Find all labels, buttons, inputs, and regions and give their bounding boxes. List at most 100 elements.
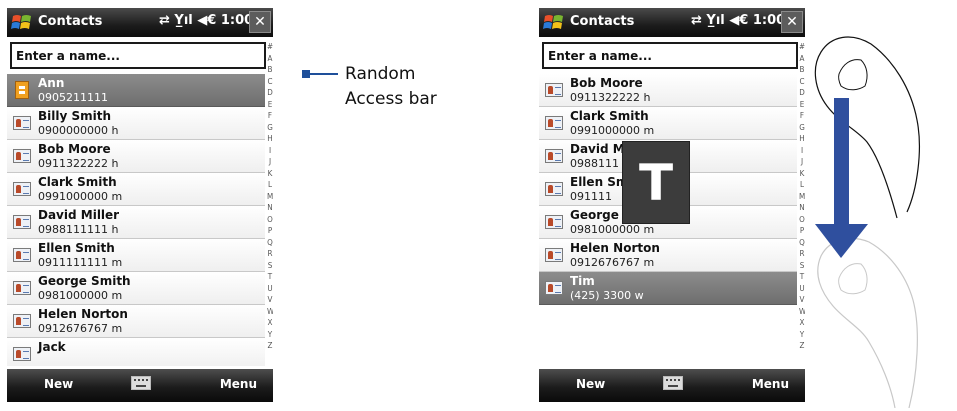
contact-list: Ann 0905211111 Billy Smith 0900000000 h … bbox=[7, 74, 265, 366]
right-phone-screen: Contacts ⇄ Y̲ıl ◀€ 1:00 ✕ Enter a name..… bbox=[539, 8, 805, 402]
windows-start-icon[interactable] bbox=[543, 12, 565, 34]
close-button[interactable]: ✕ bbox=[249, 11, 271, 33]
alphabet-letter[interactable]: T bbox=[267, 271, 273, 283]
menu-softkey[interactable]: Menu bbox=[220, 377, 257, 391]
sim-contact-icon bbox=[15, 81, 29, 99]
title-bar: Contacts ⇄ Y̲ıl ◀€ 1:00 ✕ bbox=[539, 8, 805, 37]
app-title: Contacts bbox=[38, 14, 103, 29]
alphabet-letter[interactable]: E bbox=[267, 99, 273, 111]
contact-card-icon bbox=[13, 314, 31, 328]
contact-row[interactable]: Clark Smith 0991000000 m bbox=[539, 107, 797, 140]
contact-card-icon bbox=[13, 248, 31, 262]
contact-row[interactable]: Tim (425) 3300 w bbox=[539, 272, 797, 305]
contact-card-icon bbox=[13, 281, 31, 295]
callout-line-1: Random bbox=[345, 64, 416, 84]
finger-bottom-outline bbox=[817, 237, 918, 408]
contact-name: Tim bbox=[570, 274, 595, 288]
alphabet-letter[interactable]: P bbox=[267, 225, 273, 237]
new-softkey[interactable]: New bbox=[44, 377, 73, 391]
contact-card-icon bbox=[545, 182, 563, 196]
alphabet-letter[interactable]: G bbox=[267, 122, 273, 134]
close-button[interactable]: ✕ bbox=[781, 11, 803, 33]
contact-phone: 0911322222 h bbox=[38, 157, 119, 170]
contact-name: Ellen Smith bbox=[38, 241, 115, 255]
alphabet-letter[interactable]: H bbox=[267, 133, 273, 145]
finger-top-nail bbox=[838, 59, 868, 91]
status-icons[interactable]: ⇄ Y̲ıl ◀€ 1:00 bbox=[691, 13, 785, 28]
windows-start-icon[interactable] bbox=[11, 12, 33, 34]
contact-card-icon bbox=[13, 116, 31, 130]
alphabet-letter[interactable]: M bbox=[267, 191, 273, 203]
jump-letter-popup: T bbox=[622, 141, 690, 224]
menu-bar: New Menu bbox=[7, 369, 273, 402]
keyboard-icon[interactable] bbox=[131, 376, 151, 390]
alphabet-letter[interactable]: X bbox=[267, 317, 273, 329]
contact-name: Helen Norton bbox=[38, 307, 128, 321]
alphabet-letter[interactable]: D bbox=[267, 87, 273, 99]
alphabet-letter[interactable]: Q bbox=[267, 237, 273, 249]
contact-row[interactable]: Bob Moore 0911322222 h bbox=[539, 74, 797, 107]
alphabet-letter[interactable]: S bbox=[267, 260, 273, 272]
alphabet-letter[interactable]: O bbox=[267, 214, 273, 226]
alphabet-letter[interactable]: U bbox=[267, 283, 273, 295]
contact-row[interactable]: Billy Smith 0900000000 h bbox=[7, 107, 265, 140]
search-input[interactable]: Enter a name... bbox=[10, 42, 266, 69]
contact-row[interactable]: Ann 0905211111 bbox=[7, 74, 265, 107]
alphabet-letter[interactable]: W bbox=[267, 306, 273, 318]
alphabet-letter[interactable]: I bbox=[267, 145, 273, 157]
contact-card-icon bbox=[545, 116, 563, 130]
contact-phone: (425) 3300 w bbox=[570, 289, 644, 302]
callout-label: Random Access bar bbox=[345, 62, 465, 112]
finger-top-outline bbox=[814, 36, 920, 219]
contact-row[interactable]: George Smith 0981000000 m bbox=[7, 272, 265, 305]
alphabet-letter[interactable]: N bbox=[267, 202, 273, 214]
contact-card-icon bbox=[13, 215, 31, 229]
contact-row[interactable]: Bob Moore 0911322222 h bbox=[7, 140, 265, 173]
menu-softkey[interactable]: Menu bbox=[752, 377, 789, 391]
alphabet-letter[interactable]: # bbox=[267, 41, 273, 53]
finger-bottom-nail bbox=[838, 263, 868, 295]
alphabet-letter[interactable]: V bbox=[267, 294, 273, 306]
contact-phone: 0905211111 bbox=[38, 91, 108, 104]
contact-row[interactable]: Jack bbox=[7, 338, 265, 366]
alphabet-letter[interactable]: Y bbox=[267, 329, 273, 341]
alphabet-letter[interactable]: C bbox=[267, 76, 273, 88]
contact-row[interactable]: Helen Norton 0912676767 m bbox=[539, 239, 797, 272]
contact-row[interactable]: Helen Norton 0912676767 m bbox=[7, 305, 265, 338]
swipe-gesture-illustration bbox=[814, 36, 920, 408]
contact-card-icon bbox=[13, 347, 31, 361]
new-softkey[interactable]: New bbox=[576, 377, 605, 391]
contact-name: Clark Smith bbox=[570, 109, 649, 123]
alphabet-letter[interactable]: K bbox=[267, 168, 273, 180]
search-input[interactable]: Enter a name... bbox=[542, 42, 798, 69]
contact-name: Billy Smith bbox=[38, 109, 112, 123]
contact-card-icon bbox=[545, 281, 563, 295]
alphabet-letter[interactable]: R bbox=[267, 248, 273, 260]
contact-card-icon bbox=[545, 215, 563, 229]
status-icons[interactable]: ⇄ Y̲ıl ◀€ 1:00 bbox=[159, 13, 253, 28]
contact-phone: 0991000000 m bbox=[38, 190, 123, 203]
contact-row[interactable]: Clark Smith 0991000000 m bbox=[7, 173, 265, 206]
contact-phone: 0900000000 h bbox=[38, 124, 119, 137]
alphabet-letter[interactable]: Z bbox=[267, 340, 273, 352]
alphabet-letter[interactable]: L bbox=[267, 179, 273, 191]
contact-phone: 0981000000 m bbox=[38, 289, 123, 302]
menu-bar: New Menu bbox=[539, 369, 805, 402]
alphabet-letter[interactable]: A bbox=[267, 53, 273, 65]
contact-name: Jack bbox=[38, 340, 66, 354]
callout-line-2: Access bar bbox=[345, 89, 437, 109]
alphabet-letter[interactable]: F bbox=[267, 110, 273, 122]
contact-name: Helen Norton bbox=[570, 241, 660, 255]
keyboard-icon[interactable] bbox=[663, 376, 683, 390]
random-access-bar[interactable]: # A B C D E F G H I J K L M N O P Q R S T U V W X Y Z bbox=[267, 41, 273, 367]
contact-phone: 091111 bbox=[570, 190, 612, 203]
title-bar: Contacts ⇄ Y̲ıl ◀€ 1:00 ✕ bbox=[7, 8, 273, 37]
alphabet-letter[interactable]: J bbox=[267, 156, 273, 168]
contact-card-icon bbox=[545, 149, 563, 163]
contact-phone: 0988111111 h bbox=[38, 223, 119, 236]
alphabet-letter[interactable]: B bbox=[267, 64, 273, 76]
contact-phone: 0911322222 h bbox=[570, 91, 651, 104]
contact-name: Ellen Sm bbox=[570, 175, 629, 189]
contact-row[interactable]: David Miller 0988111111 h bbox=[7, 206, 265, 239]
contact-row[interactable]: Ellen Smith 0911111111 m bbox=[7, 239, 265, 272]
